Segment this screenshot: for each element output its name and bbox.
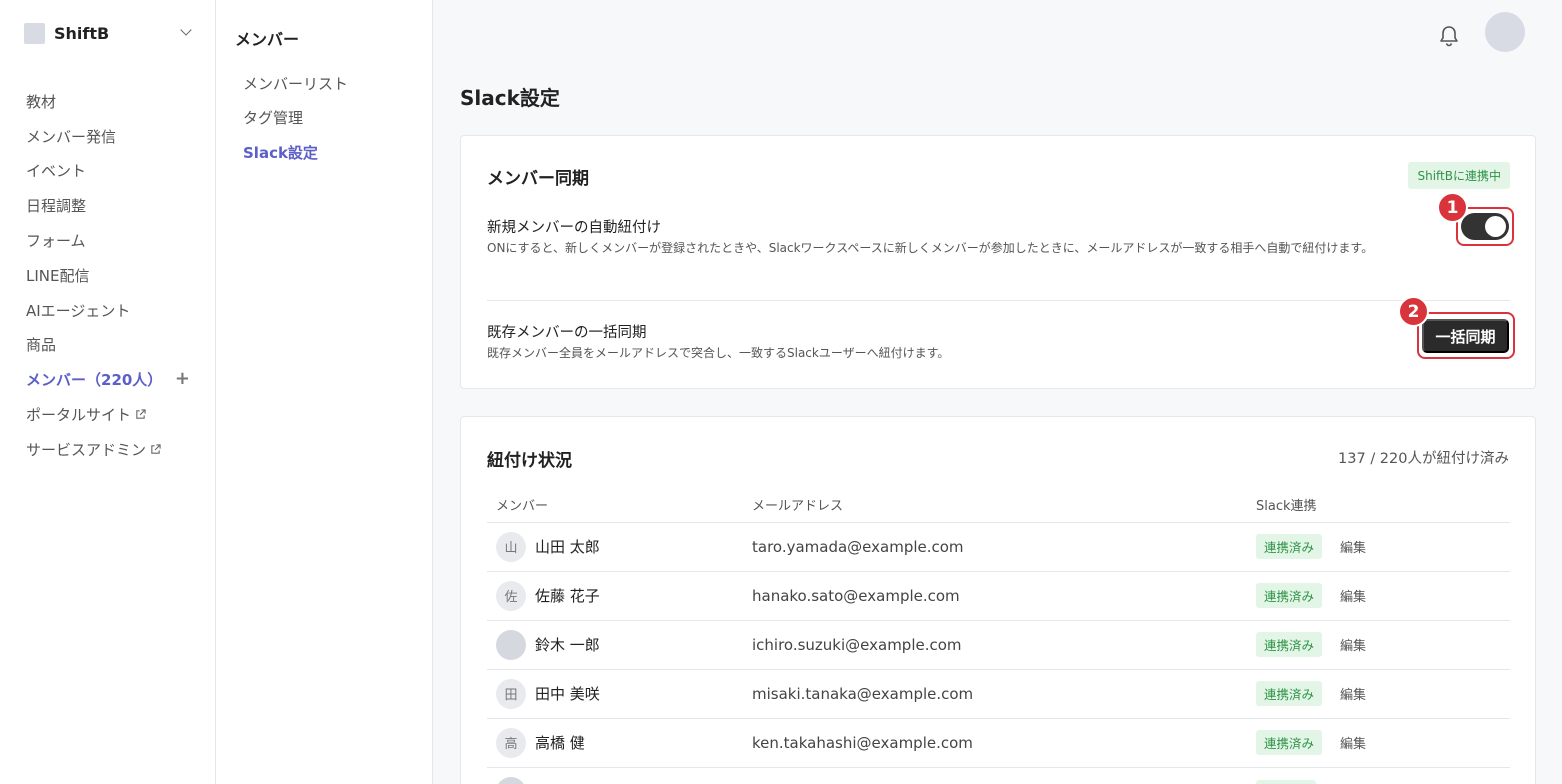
sidebar-item-label: 商品 <box>26 336 57 355</box>
chevron-down-icon <box>180 24 192 36</box>
auto-link-toggle[interactable] <box>1461 213 1509 240</box>
member-table: メンバー メールアドレス Slack連携 山山田 太郎 taro.yamada@… <box>487 487 1510 784</box>
link-status-card: 紐付け状況 137 / 220人が紐付け済み メンバー メールアドレス Slac… <box>460 416 1536 784</box>
sidebar-item-forms[interactable]: フォーム <box>26 223 196 258</box>
main-sidebar: ShiftB 教材 メンバー発信 イベント 日程調整 フォーム LINE配信 A… <box>0 0 216 784</box>
auto-link-description: ONにすると、新しくメンバーが登録されたときや、Slackワークスペースに新しく… <box>487 241 1374 255</box>
main-content: Slack設定 メンバー同期 ShiftBに連携中 新規メンバーの自動紐付け O… <box>433 0 1562 784</box>
edit-link[interactable]: 編集 <box>1340 635 1366 654</box>
divider <box>487 300 1510 301</box>
edit-link[interactable]: 編集 <box>1340 586 1366 605</box>
workspace-switcher[interactable]: ShiftB <box>24 22 194 44</box>
member-name: 高橋 健 <box>535 734 585 752</box>
column-header-email: メールアドレス <box>743 487 1247 523</box>
avatar: 田 <box>496 678 526 709</box>
user-avatar[interactable] <box>1485 12 1525 52</box>
status-badge: 連携済み <box>1256 632 1323 657</box>
avatar: 山 <box>496 531 526 562</box>
sidebar-item-materials[interactable]: 教材 <box>26 84 196 119</box>
bell-icon[interactable] <box>1438 24 1460 48</box>
subnav-title: メンバー <box>235 30 300 49</box>
avatar: 高 <box>496 727 526 758</box>
auto-link-title: 新規メンバーの自動紐付け <box>487 220 661 236</box>
sidebar-item-members[interactable]: メンバー（220人） + <box>26 362 196 397</box>
member-name: 鈴木 一郎 <box>535 636 600 654</box>
table-row <box>487 767 1510 784</box>
subnav-item-slack-settings[interactable]: Slack設定 <box>243 135 348 170</box>
avatar <box>496 776 526 784</box>
column-header-member: メンバー <box>487 487 743 523</box>
member-subnav: メンバー メンバーリスト タグ管理 Slack設定 <box>216 0 433 784</box>
sidebar-item-line[interactable]: LINE配信 <box>26 258 196 293</box>
member-email: hanako.sato@example.com <box>752 586 960 605</box>
bulk-sync-button[interactable]: 一括同期 <box>1422 319 1509 353</box>
sidebar-item-portal[interactable]: ポータルサイト <box>26 397 196 432</box>
table-row: 鈴木 一郎 ichiro.suzuki@example.com 連携済み 編集 <box>487 620 1510 670</box>
subnav-item-tags[interactable]: タグ管理 <box>243 101 348 136</box>
bulk-sync-title: 既存メンバーの一括同期 <box>487 325 647 341</box>
sidebar-item-label: フォーム <box>26 232 86 251</box>
sidebar-item-ai-agent[interactable]: AIエージェント <box>26 293 196 328</box>
linked-count: 137 / 220人が紐付け済み <box>1338 451 1509 467</box>
bulk-sync-description: 既存メンバー全員をメールアドレスで突合し、一致するSlackユーザーへ紐付けます… <box>487 346 950 360</box>
avatar: 佐 <box>496 580 526 611</box>
subnav-item-member-list[interactable]: メンバーリスト <box>243 66 348 101</box>
step-marker-1: 1 <box>1437 192 1468 223</box>
status-badge: 連携済み <box>1256 681 1323 706</box>
member-name: 田中 美咲 <box>535 685 600 703</box>
card-title: メンバー同期 <box>487 169 589 189</box>
sidebar-item-label: メンバー（220人） <box>26 371 163 390</box>
table-row: 高高橋 健 ken.takahashi@example.com 連携済み 編集 <box>487 718 1510 768</box>
subnav-item-label: タグ管理 <box>243 109 304 128</box>
toggle-knob <box>1485 216 1506 237</box>
edit-link[interactable]: 編集 <box>1340 537 1366 556</box>
table-header-row: メンバー メールアドレス Slack連携 <box>487 487 1510 523</box>
page-title: Slack設定 <box>460 86 560 110</box>
sidebar-item-label: ポータルサイト <box>26 406 132 425</box>
sidebar-item-service-admin[interactable]: サービスアドミン <box>26 432 196 467</box>
column-header-slack: Slack連携 <box>1247 487 1510 523</box>
step-marker-2: 2 <box>1398 296 1429 327</box>
status-badge: ShiftBに連携中 <box>1408 162 1510 189</box>
subnav-item-label: メンバーリスト <box>243 74 349 93</box>
member-name: 山田 太郎 <box>535 538 600 556</box>
main-nav: 教材 メンバー発信 イベント 日程調整 フォーム LINE配信 AIエージェント… <box>26 84 196 467</box>
table-row: 佐佐藤 花子 hanako.sato@example.com 連携済み 編集 <box>487 571 1510 621</box>
edit-link[interactable]: 編集 <box>1340 733 1366 752</box>
edit-link[interactable]: 編集 <box>1340 684 1366 703</box>
card-title: 紐付け状況 <box>487 451 572 471</box>
sidebar-item-events[interactable]: イベント <box>26 154 196 189</box>
table-row: 山山田 太郎 taro.yamada@example.com 連携済み 編集 <box>487 522 1510 572</box>
sidebar-item-label: イベント <box>26 162 87 181</box>
sidebar-item-scheduling[interactable]: 日程調整 <box>26 188 196 223</box>
sidebar-item-label: 日程調整 <box>26 197 87 216</box>
member-email: ken.takahashi@example.com <box>752 733 973 752</box>
sidebar-item-label: サービスアドミン <box>26 440 147 459</box>
workspace-logo <box>24 22 45 44</box>
sidebar-item-member-posts[interactable]: メンバー発信 <box>26 119 196 154</box>
subnav-item-label: Slack設定 <box>243 143 318 162</box>
sidebar-item-label: メンバー発信 <box>26 127 117 146</box>
avatar <box>496 629 526 660</box>
sidebar-item-label: LINE配信 <box>26 266 90 285</box>
status-badge <box>1256 779 1316 784</box>
sidebar-item-label: AIエージェント <box>26 301 131 320</box>
external-link-icon <box>151 444 161 454</box>
member-email: taro.yamada@example.com <box>752 537 964 556</box>
sidebar-item-products[interactable]: 商品 <box>26 328 196 363</box>
member-sync-card: メンバー同期 ShiftBに連携中 新規メンバーの自動紐付け ONにすると、新し… <box>460 135 1536 389</box>
external-link-icon <box>136 409 146 419</box>
status-badge: 連携済み <box>1256 534 1323 559</box>
subnav-list: メンバーリスト タグ管理 Slack設定 <box>243 66 348 170</box>
member-email: misaki.tanaka@example.com <box>752 684 974 703</box>
member-name: 佐藤 花子 <box>535 587 600 605</box>
member-email: ichiro.suzuki@example.com <box>752 635 962 654</box>
status-badge: 連携済み <box>1256 583 1323 608</box>
status-badge: 連携済み <box>1256 730 1323 755</box>
workspace-name: ShiftB <box>54 23 110 43</box>
table-row: 田田中 美咲 misaki.tanaka@example.com 連携済み 編集 <box>487 669 1510 719</box>
plus-icon[interactable]: + <box>175 370 190 388</box>
sidebar-item-label: 教材 <box>26 92 57 111</box>
